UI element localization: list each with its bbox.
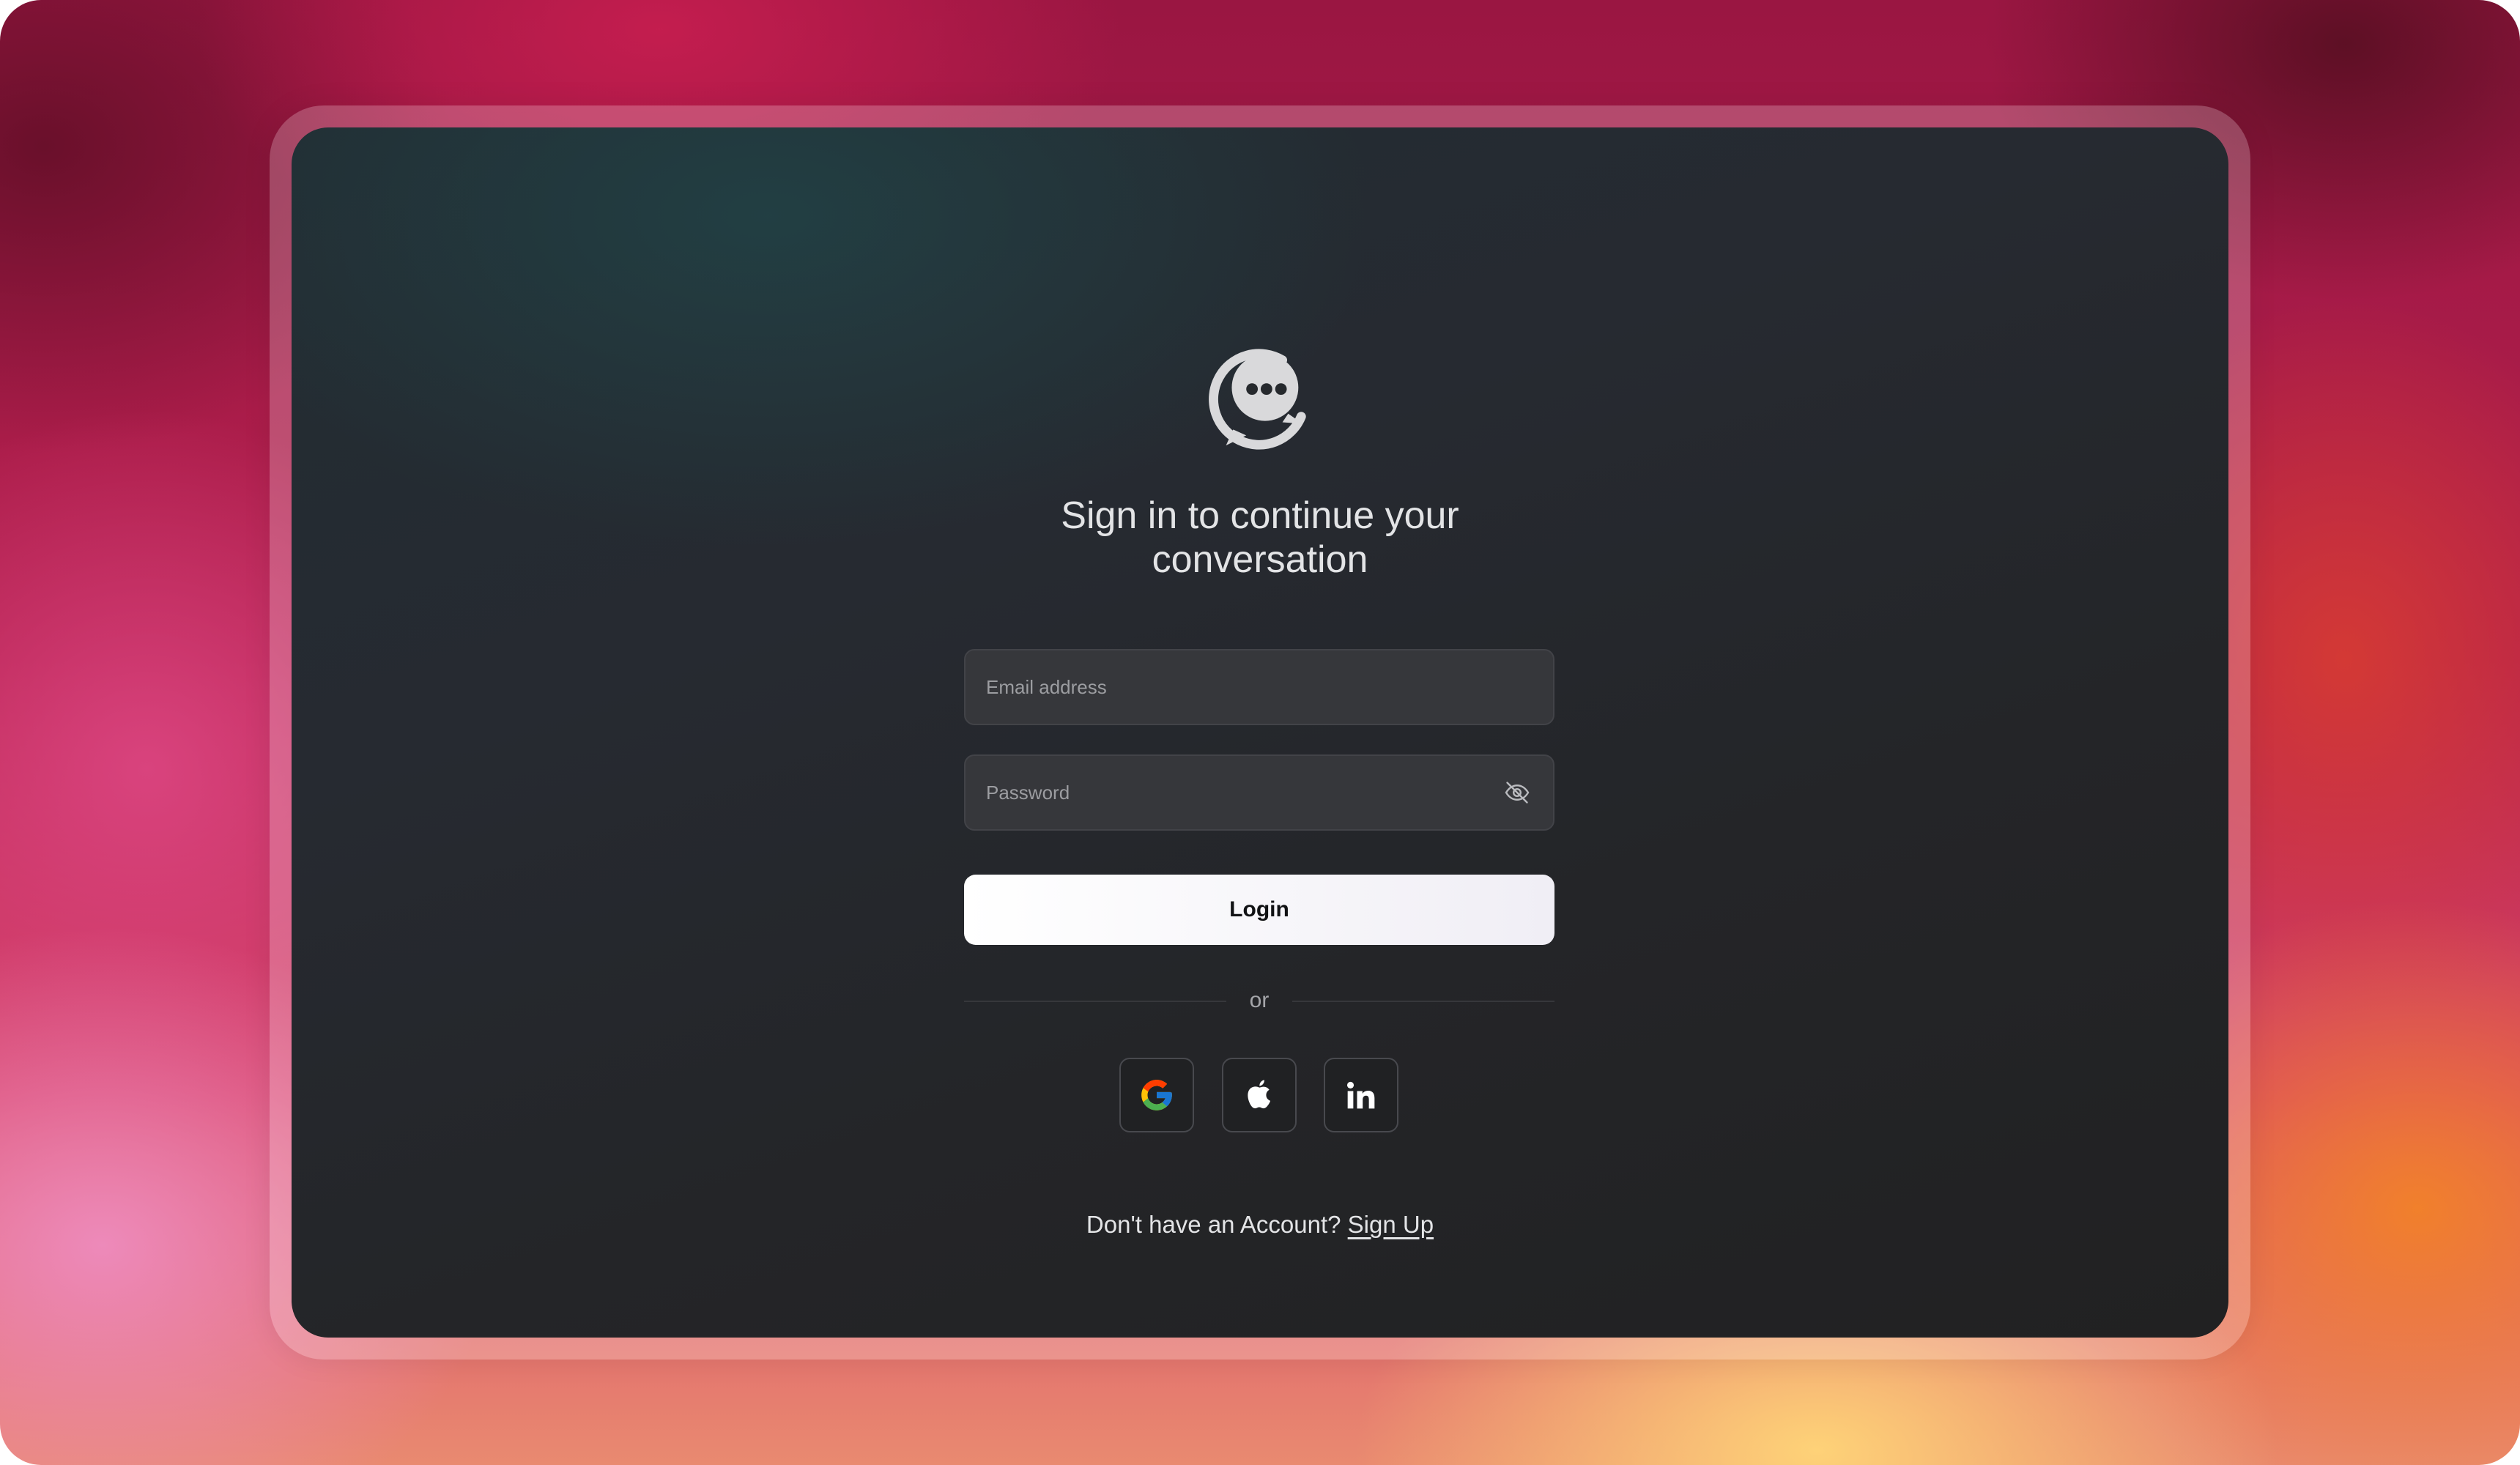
login-card: Sign in to continue your conversation Lo…	[292, 127, 2228, 1338]
login-button[interactable]: Login	[964, 875, 1554, 945]
signup-prompt: Don't have an Account? Sign Up	[967, 1210, 1553, 1239]
divider-label: or	[1249, 988, 1270, 1012]
signup-prompt-text: Don't have an Account?	[1086, 1211, 1341, 1238]
chat-bubble-logo-icon	[1209, 349, 1306, 450]
linkedin-signin-button[interactable]	[1324, 1058, 1398, 1132]
eye-off-icon[interactable]	[1503, 779, 1531, 806]
google-icon	[1141, 1080, 1172, 1110]
page-title: Sign in to continue your conversation	[1061, 494, 1459, 581]
apple-icon	[1248, 1080, 1271, 1109]
apple-signin-button[interactable]	[1222, 1058, 1297, 1132]
linkedin-icon	[1346, 1081, 1375, 1109]
signup-link[interactable]: Sign Up	[1348, 1211, 1434, 1238]
divider-right	[1292, 1001, 1554, 1002]
google-signin-button[interactable]	[1119, 1058, 1194, 1132]
email-field[interactable]	[964, 649, 1554, 725]
divider-left	[964, 1001, 1226, 1002]
password-field[interactable]	[964, 754, 1554, 831]
